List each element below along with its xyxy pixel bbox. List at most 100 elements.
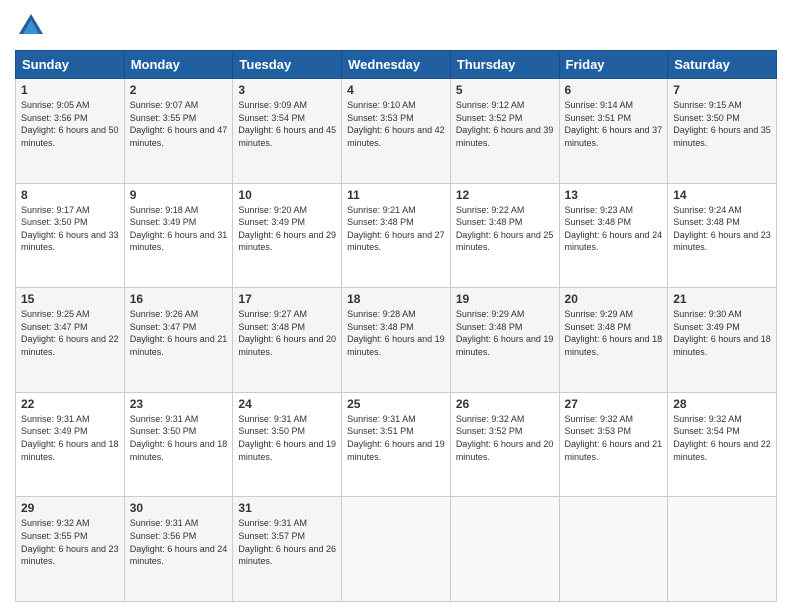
day-cell: 11 Sunrise: 9:21 AMSunset: 3:48 PMDaylig…: [342, 183, 451, 288]
day-cell: [559, 497, 668, 602]
day-info: Sunrise: 9:20 AMSunset: 3:49 PMDaylight:…: [238, 204, 336, 254]
day-info: Sunrise: 9:32 AMSunset: 3:52 PMDaylight:…: [456, 413, 554, 463]
day-cell: 30 Sunrise: 9:31 AMSunset: 3:56 PMDaylig…: [124, 497, 233, 602]
day-cell: 15 Sunrise: 9:25 AMSunset: 3:47 PMDaylig…: [16, 288, 125, 393]
day-cell: 8 Sunrise: 9:17 AMSunset: 3:50 PMDayligh…: [16, 183, 125, 288]
day-info: Sunrise: 9:31 AMSunset: 3:56 PMDaylight:…: [130, 517, 228, 567]
day-number: 26: [456, 397, 554, 411]
calendar: SundayMondayTuesdayWednesdayThursdayFrid…: [15, 50, 777, 602]
day-cell: 24 Sunrise: 9:31 AMSunset: 3:50 PMDaylig…: [233, 392, 342, 497]
day-info: Sunrise: 9:10 AMSunset: 3:53 PMDaylight:…: [347, 99, 445, 149]
weekday-header-thursday: Thursday: [450, 51, 559, 79]
page: SundayMondayTuesdayWednesdayThursdayFrid…: [0, 0, 792, 612]
day-cell: [342, 497, 451, 602]
day-info: Sunrise: 9:24 AMSunset: 3:48 PMDaylight:…: [673, 204, 771, 254]
calendar-table: SundayMondayTuesdayWednesdayThursdayFrid…: [15, 50, 777, 602]
day-cell: 3 Sunrise: 9:09 AMSunset: 3:54 PMDayligh…: [233, 79, 342, 184]
day-cell: 25 Sunrise: 9:31 AMSunset: 3:51 PMDaylig…: [342, 392, 451, 497]
logo: [15, 10, 51, 42]
day-number: 31: [238, 501, 336, 515]
day-cell: 2 Sunrise: 9:07 AMSunset: 3:55 PMDayligh…: [124, 79, 233, 184]
day-number: 23: [130, 397, 228, 411]
day-cell: 23 Sunrise: 9:31 AMSunset: 3:50 PMDaylig…: [124, 392, 233, 497]
week-row-5: 29 Sunrise: 9:32 AMSunset: 3:55 PMDaylig…: [16, 497, 777, 602]
day-cell: 17 Sunrise: 9:27 AMSunset: 3:48 PMDaylig…: [233, 288, 342, 393]
week-row-3: 15 Sunrise: 9:25 AMSunset: 3:47 PMDaylig…: [16, 288, 777, 393]
day-number: 19: [456, 292, 554, 306]
day-info: Sunrise: 9:12 AMSunset: 3:52 PMDaylight:…: [456, 99, 554, 149]
day-cell: 10 Sunrise: 9:20 AMSunset: 3:49 PMDaylig…: [233, 183, 342, 288]
day-cell: 22 Sunrise: 9:31 AMSunset: 3:49 PMDaylig…: [16, 392, 125, 497]
weekday-header-row: SundayMondayTuesdayWednesdayThursdayFrid…: [16, 51, 777, 79]
day-info: Sunrise: 9:17 AMSunset: 3:50 PMDaylight:…: [21, 204, 119, 254]
day-number: 20: [565, 292, 663, 306]
weekday-header-monday: Monday: [124, 51, 233, 79]
week-row-1: 1 Sunrise: 9:05 AMSunset: 3:56 PMDayligh…: [16, 79, 777, 184]
day-number: 4: [347, 83, 445, 97]
day-info: Sunrise: 9:07 AMSunset: 3:55 PMDaylight:…: [130, 99, 228, 149]
day-number: 17: [238, 292, 336, 306]
day-cell: [668, 497, 777, 602]
day-number: 8: [21, 188, 119, 202]
day-info: Sunrise: 9:31 AMSunset: 3:50 PMDaylight:…: [238, 413, 336, 463]
day-cell: 13 Sunrise: 9:23 AMSunset: 3:48 PMDaylig…: [559, 183, 668, 288]
day-number: 10: [238, 188, 336, 202]
day-cell: 7 Sunrise: 9:15 AMSunset: 3:50 PMDayligh…: [668, 79, 777, 184]
day-info: Sunrise: 9:18 AMSunset: 3:49 PMDaylight:…: [130, 204, 228, 254]
weekday-header-sunday: Sunday: [16, 51, 125, 79]
day-cell: 29 Sunrise: 9:32 AMSunset: 3:55 PMDaylig…: [16, 497, 125, 602]
header: [15, 10, 777, 42]
day-info: Sunrise: 9:25 AMSunset: 3:47 PMDaylight:…: [21, 308, 119, 358]
day-info: Sunrise: 9:32 AMSunset: 3:55 PMDaylight:…: [21, 517, 119, 567]
day-number: 24: [238, 397, 336, 411]
day-number: 3: [238, 83, 336, 97]
day-cell: 19 Sunrise: 9:29 AMSunset: 3:48 PMDaylig…: [450, 288, 559, 393]
day-info: Sunrise: 9:31 AMSunset: 3:57 PMDaylight:…: [238, 517, 336, 567]
day-number: 29: [21, 501, 119, 515]
day-cell: 12 Sunrise: 9:22 AMSunset: 3:48 PMDaylig…: [450, 183, 559, 288]
day-cell: [450, 497, 559, 602]
day-number: 30: [130, 501, 228, 515]
day-info: Sunrise: 9:09 AMSunset: 3:54 PMDaylight:…: [238, 99, 336, 149]
day-cell: 9 Sunrise: 9:18 AMSunset: 3:49 PMDayligh…: [124, 183, 233, 288]
day-number: 1: [21, 83, 119, 97]
weekday-header-saturday: Saturday: [668, 51, 777, 79]
day-number: 2: [130, 83, 228, 97]
day-number: 7: [673, 83, 771, 97]
day-number: 13: [565, 188, 663, 202]
day-info: Sunrise: 9:29 AMSunset: 3:48 PMDaylight:…: [456, 308, 554, 358]
day-number: 28: [673, 397, 771, 411]
day-info: Sunrise: 9:32 AMSunset: 3:53 PMDaylight:…: [565, 413, 663, 463]
day-info: Sunrise: 9:15 AMSunset: 3:50 PMDaylight:…: [673, 99, 771, 149]
day-info: Sunrise: 9:32 AMSunset: 3:54 PMDaylight:…: [673, 413, 771, 463]
day-cell: 18 Sunrise: 9:28 AMSunset: 3:48 PMDaylig…: [342, 288, 451, 393]
day-cell: 6 Sunrise: 9:14 AMSunset: 3:51 PMDayligh…: [559, 79, 668, 184]
day-number: 14: [673, 188, 771, 202]
day-cell: 14 Sunrise: 9:24 AMSunset: 3:48 PMDaylig…: [668, 183, 777, 288]
logo-icon: [15, 10, 47, 42]
day-number: 16: [130, 292, 228, 306]
day-info: Sunrise: 9:30 AMSunset: 3:49 PMDaylight:…: [673, 308, 771, 358]
day-info: Sunrise: 9:21 AMSunset: 3:48 PMDaylight:…: [347, 204, 445, 254]
day-cell: 4 Sunrise: 9:10 AMSunset: 3:53 PMDayligh…: [342, 79, 451, 184]
day-cell: 26 Sunrise: 9:32 AMSunset: 3:52 PMDaylig…: [450, 392, 559, 497]
day-info: Sunrise: 9:31 AMSunset: 3:51 PMDaylight:…: [347, 413, 445, 463]
day-cell: 5 Sunrise: 9:12 AMSunset: 3:52 PMDayligh…: [450, 79, 559, 184]
day-cell: 28 Sunrise: 9:32 AMSunset: 3:54 PMDaylig…: [668, 392, 777, 497]
day-info: Sunrise: 9:27 AMSunset: 3:48 PMDaylight:…: [238, 308, 336, 358]
day-number: 27: [565, 397, 663, 411]
day-info: Sunrise: 9:31 AMSunset: 3:50 PMDaylight:…: [130, 413, 228, 463]
day-cell: 16 Sunrise: 9:26 AMSunset: 3:47 PMDaylig…: [124, 288, 233, 393]
day-cell: 21 Sunrise: 9:30 AMSunset: 3:49 PMDaylig…: [668, 288, 777, 393]
day-info: Sunrise: 9:31 AMSunset: 3:49 PMDaylight:…: [21, 413, 119, 463]
day-number: 21: [673, 292, 771, 306]
day-number: 5: [456, 83, 554, 97]
weekday-header-friday: Friday: [559, 51, 668, 79]
day-info: Sunrise: 9:26 AMSunset: 3:47 PMDaylight:…: [130, 308, 228, 358]
weekday-header-wednesday: Wednesday: [342, 51, 451, 79]
day-cell: 20 Sunrise: 9:29 AMSunset: 3:48 PMDaylig…: [559, 288, 668, 393]
day-info: Sunrise: 9:05 AMSunset: 3:56 PMDaylight:…: [21, 99, 119, 149]
day-info: Sunrise: 9:23 AMSunset: 3:48 PMDaylight:…: [565, 204, 663, 254]
day-number: 6: [565, 83, 663, 97]
day-cell: 1 Sunrise: 9:05 AMSunset: 3:56 PMDayligh…: [16, 79, 125, 184]
